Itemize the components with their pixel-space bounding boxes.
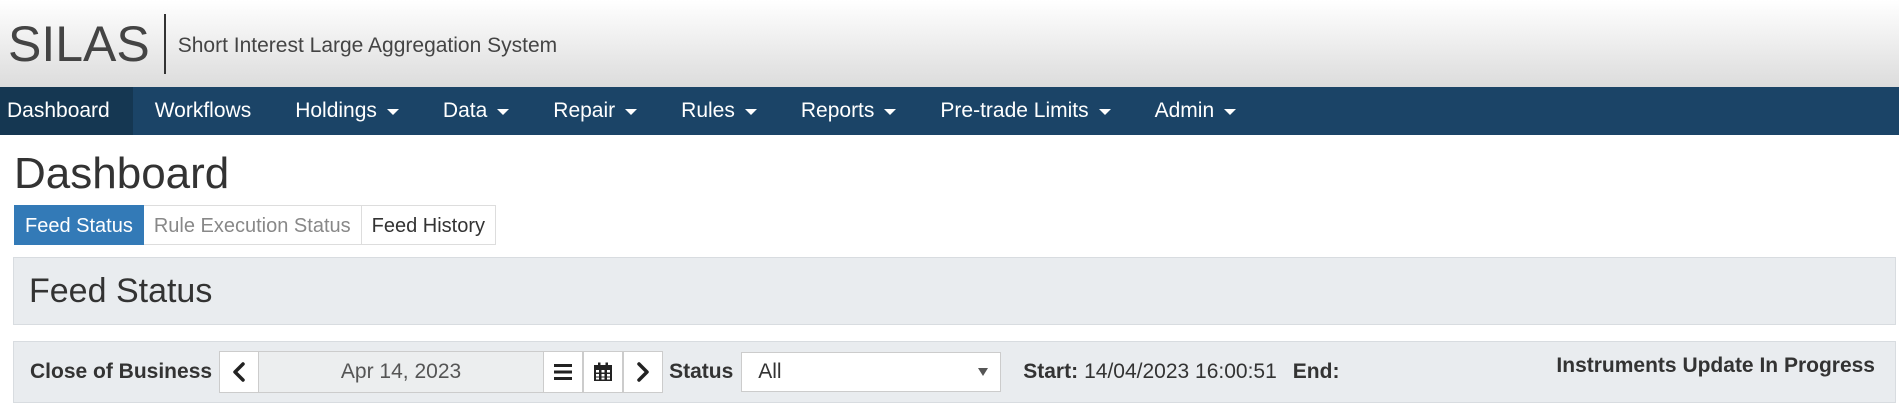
nav-label: Dashboard [7,99,110,122]
list-icon [554,364,573,380]
status-select[interactable]: All [741,352,1002,392]
update-progress-status: Instruments Update In Progress [1556,354,1875,377]
status-select-value: All [758,360,782,383]
caret-down-icon [1224,109,1237,115]
nav-label: Admin [1154,99,1215,122]
nav-label: Rules [681,99,735,122]
start-value: 14/04/2023 16:00:51 [1084,360,1277,383]
nav-rules[interactable]: Rules [659,87,779,135]
start-label: Start: [1023,360,1079,383]
calendar-button[interactable] [583,351,624,393]
calendar-icon [594,362,613,381]
close-of-business-date-input[interactable]: Apr 14, 2023 [259,351,544,393]
list-view-button[interactable] [543,351,584,393]
nav-label: Pre-trade Limits [940,99,1089,122]
nav-dashboard[interactable]: Dashboard [0,87,133,135]
nav-label: Workflows [154,99,252,122]
nav-pre-trade-limits[interactable]: Pre-trade Limits [918,87,1132,135]
nav-holdings[interactable]: Holdings [273,87,421,135]
tab-feed-status[interactable]: Feed Status [14,205,144,245]
nav-label: Reports [800,99,875,122]
status-label: Status [669,360,734,383]
nav-label: Holdings [295,99,377,122]
app-header: SILAS Short Interest Large Aggregation S… [0,0,1899,87]
section-title: Feed Status [29,271,213,310]
page-title: Dashboard [14,149,230,198]
filter-bar: Close of Business Apr 14, 2023 Status Al… [13,341,1896,403]
close-of-business-label: Close of Business [30,360,213,383]
caret-down-icon [744,109,757,115]
caret-down-icon [1098,109,1111,115]
caret-down-icon [884,109,897,115]
tab-feed-history[interactable]: Feed History [361,205,496,245]
previous-date-button[interactable] [219,351,260,393]
nav-reports[interactable]: Reports [779,87,919,135]
caret-down-icon [386,109,399,115]
caret-down-icon [497,109,510,115]
nav-repair[interactable]: Repair [531,87,659,135]
nav-data[interactable]: Data [421,87,531,135]
end-label: End: [1292,360,1340,383]
section-header: Feed Status [13,257,1896,325]
nav-workflows[interactable]: Workflows [133,87,273,135]
chevron-left-icon [233,362,245,382]
next-date-button[interactable] [623,351,664,393]
nav-label: Repair [553,99,616,122]
dashboard-tabs: Feed Status Rule Execution Status Feed H… [14,205,1899,245]
nav-label: Data [442,99,488,122]
nav-admin[interactable]: Admin [1133,87,1259,135]
app-tagline: Short Interest Large Aggregation System [177,33,558,57]
app-logo[interactable]: SILAS [0,13,166,74]
dropdown-arrow-icon [978,368,989,376]
tab-rule-execution-status[interactable]: Rule Execution Status [143,205,362,245]
main-navbar: Dashboard Workflows Holdings Data Repair… [0,87,1899,135]
caret-down-icon [625,109,638,115]
chevron-right-icon [637,362,649,382]
